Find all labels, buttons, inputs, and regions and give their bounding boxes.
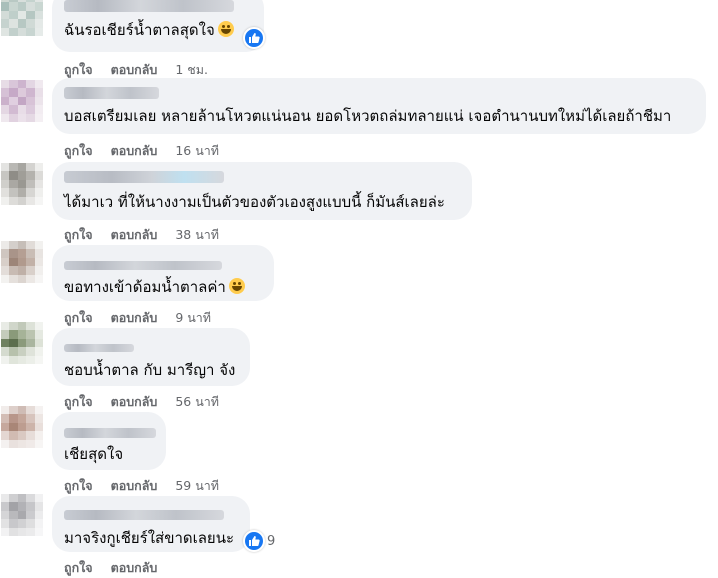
comment-actions: ถูกใจ ตอบกลับ 59 นาที — [64, 476, 219, 496]
comment-bubble: ชอบน้ำตาล กับ มารีญา จัง — [52, 328, 250, 386]
reply-link[interactable]: ตอบกลับ — [111, 560, 158, 575]
comment-text: ขอทางเข้าด้อมน้ำตาลค่า — [64, 278, 226, 296]
commenter-name[interactable] — [64, 261, 222, 270]
comment-text: ชอบน้ำตาล กับ มารีญา จัง — [64, 361, 236, 379]
commenter-name[interactable] — [64, 510, 224, 520]
avatar[interactable] — [1, 80, 43, 122]
comment-bubble: บอสเตรียมเลย หลายล้านโหวตแน่นอน ยอดโหวตถ… — [52, 78, 706, 134]
comment-actions: ถูกใจ ตอบกลับ 16 นาที — [64, 141, 219, 161]
comment-text: ฉันรอเชียร์น้ำตาลสุดใจ — [64, 21, 215, 39]
commenter-name[interactable] — [64, 344, 134, 352]
like-link[interactable]: ถูกใจ — [64, 62, 93, 77]
avatar[interactable] — [1, 494, 43, 536]
reply-link[interactable]: ตอบกลับ — [111, 227, 158, 242]
reply-link[interactable]: ตอบกลับ — [111, 394, 158, 409]
comment-bubble: เชียสุดใจ — [52, 412, 166, 470]
comment-actions: ถูกใจ ตอบกลับ — [64, 558, 175, 578]
like-link[interactable]: ถูกใจ — [64, 560, 93, 575]
timestamp[interactable]: 9 นาที — [175, 310, 211, 325]
like-reaction-icon[interactable] — [243, 27, 265, 49]
comment-bubble: ฉันรอเชียร์น้ำตาลสุดใจ — [52, 0, 264, 52]
avatar[interactable] — [1, 322, 43, 364]
avatar[interactable] — [1, 406, 43, 448]
avatar[interactable] — [1, 163, 43, 205]
laughing-emoji-icon — [217, 21, 234, 37]
comment-text: มาจริงกูเชียร์ใส่ขาดเลยนะ — [64, 529, 235, 547]
comment-actions: ถูกใจ ตอบกลับ 1 ชม. — [64, 60, 208, 80]
comment-actions: ถูกใจ ตอบกลับ 56 นาที — [64, 392, 219, 412]
like-reaction-icon[interactable] — [243, 530, 265, 552]
reply-link[interactable]: ตอบกลับ — [111, 478, 158, 493]
commenter-name[interactable] — [64, 171, 224, 183]
commenter-name[interactable] — [64, 0, 234, 12]
timestamp[interactable]: 16 นาที — [175, 143, 219, 158]
timestamp[interactable]: 59 นาที — [175, 478, 219, 493]
comment-bubble: ได้มาเว ที่ให้นางงามเป็นตัวของตัวเองสูงแ… — [52, 162, 472, 220]
commenter-name[interactable] — [64, 428, 156, 438]
comment-actions: ถูกใจ ตอบกลับ 38 นาที — [64, 225, 219, 245]
timestamp[interactable]: 56 นาที — [175, 394, 219, 409]
grinning-emoji-icon — [228, 278, 245, 294]
like-link[interactable]: ถูกใจ — [64, 310, 93, 325]
timestamp[interactable]: 1 ชม. — [175, 62, 208, 77]
timestamp[interactable]: 38 นาที — [175, 227, 219, 242]
like-link[interactable]: ถูกใจ — [64, 143, 93, 158]
commenter-name[interactable] — [64, 87, 159, 99]
like-link[interactable]: ถูกใจ — [64, 478, 93, 493]
comment-bubble: มาจริงกูเชียร์ใส่ขาดเลยนะ — [52, 496, 250, 552]
reaction-count[interactable]: 9 — [267, 534, 275, 549]
like-link[interactable]: ถูกใจ — [64, 394, 93, 409]
like-link[interactable]: ถูกใจ — [64, 227, 93, 242]
comment-text: เชียสุดใจ — [64, 445, 124, 463]
comment-text: ได้มาเว ที่ให้นางงามเป็นตัวของตัวเองสูงแ… — [64, 193, 445, 211]
avatar[interactable] — [1, 0, 43, 36]
comment-bubble: ขอทางเข้าด้อมน้ำตาลค่า — [52, 245, 274, 301]
avatar[interactable] — [1, 241, 43, 283]
comment-text: บอสเตรียมเลย หลายล้านโหวตแน่นอน ยอดโหวตถ… — [64, 107, 672, 125]
reply-link[interactable]: ตอบกลับ — [111, 62, 158, 77]
reply-link[interactable]: ตอบกลับ — [111, 310, 158, 325]
reply-link[interactable]: ตอบกลับ — [111, 143, 158, 158]
comment-actions: ถูกใจ ตอบกลับ 9 นาที — [64, 308, 211, 328]
